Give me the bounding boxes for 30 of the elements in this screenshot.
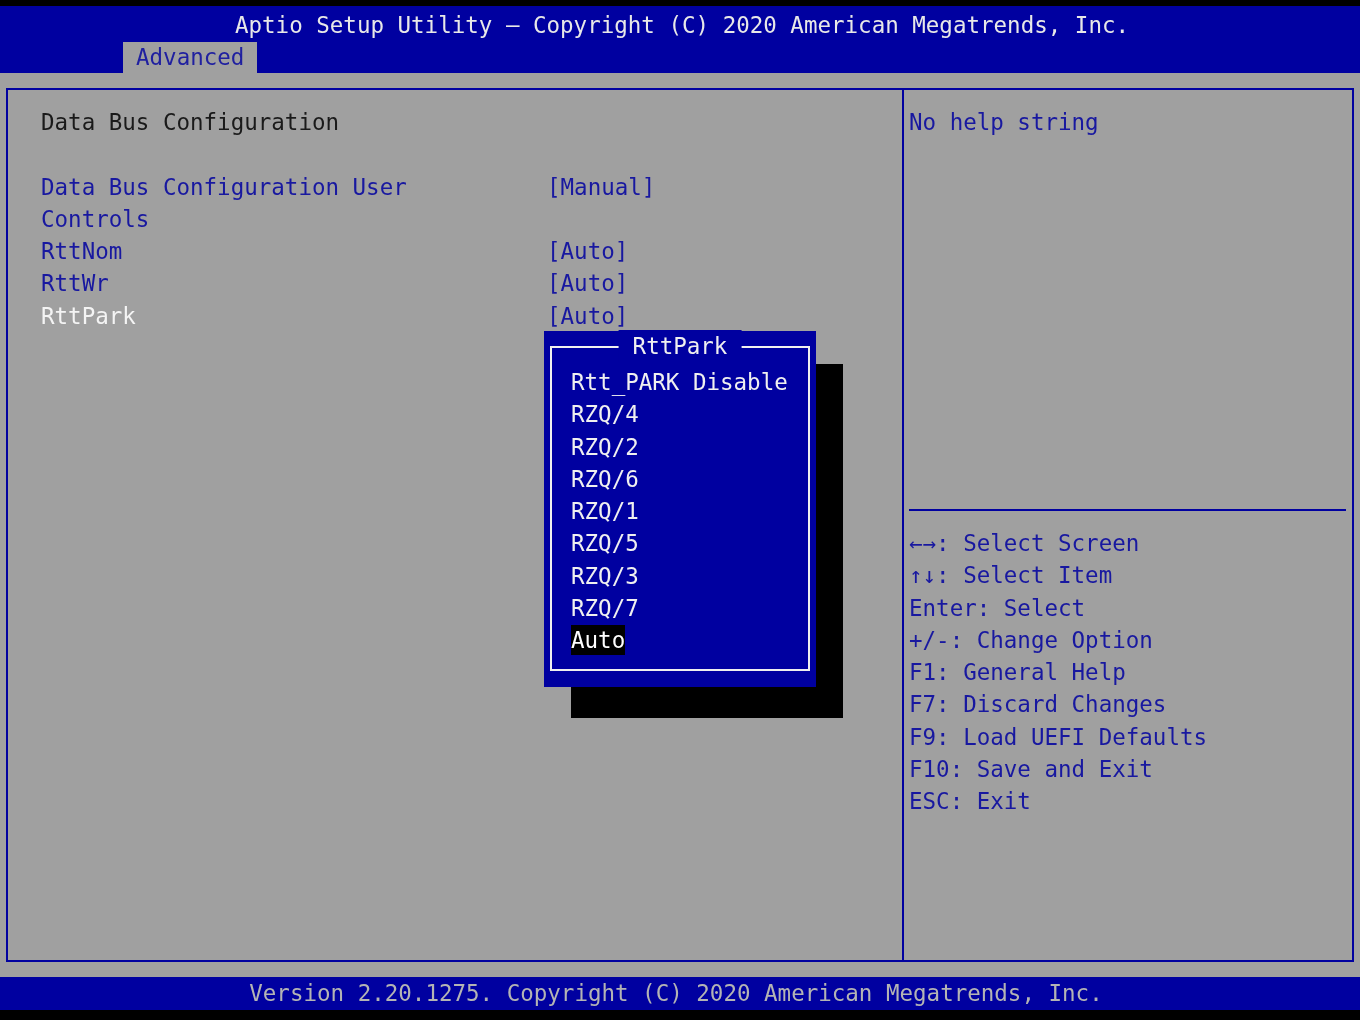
option-item[interactable]: RZQ/1 [571, 496, 639, 527]
option-item[interactable]: RZQ/2 [571, 431, 639, 462]
option-item[interactable]: Auto [571, 625, 626, 656]
section-heading: Data Bus Configuration [41, 108, 339, 137]
option-item[interactable]: RZQ/4 [571, 399, 639, 430]
window-title: Aptio Setup Utility – Copyright (C) 2020 American Megatrends, Inc. [233, 11, 1130, 40]
setting-label[interactable]: RttNom [41, 235, 421, 268]
option-item[interactable]: RZQ/5 [571, 528, 639, 559]
setting-value[interactable]: [Auto] [547, 267, 629, 300]
key-hint: ESC: Exit [909, 787, 1031, 817]
setting-value[interactable]: [Auto] [547, 299, 629, 333]
key-hint: F1: General Help [909, 658, 1126, 688]
option-item[interactable]: RZQ/3 [571, 560, 639, 591]
key-hint: F9: Load UEFI Defaults [909, 722, 1207, 752]
option-item[interactable]: RZQ/6 [571, 463, 639, 494]
tab[interactable]: Advanced [123, 42, 258, 73]
setting-label[interactable]: Data Bus Configuration User Controls [41, 170, 421, 236]
key-hint: F10: Save and Exit [909, 755, 1153, 785]
key-hint: ←→: Select Screen [909, 529, 1140, 558]
help-text: No help string [909, 108, 1099, 137]
key-hint: Enter: Select [909, 593, 1086, 623]
key-hint: +/-: Change Option [909, 625, 1153, 655]
key-hint: F7: Discard Changes [909, 690, 1167, 720]
setting-label[interactable]: RttWr [41, 267, 421, 300]
option-item[interactable]: Rtt_PARK Disable [571, 367, 788, 397]
setting-value[interactable]: [Manual] [547, 170, 656, 203]
footer-text: Version 2.20.1275. Copyright (C) 2020 American Megatrends, Inc. [249, 979, 1104, 1009]
setting-value[interactable]: [Auto] [547, 235, 629, 268]
option-item[interactable]: RZQ/7 [571, 593, 639, 624]
key-hint: ↑↓: Select Item [909, 561, 1113, 591]
